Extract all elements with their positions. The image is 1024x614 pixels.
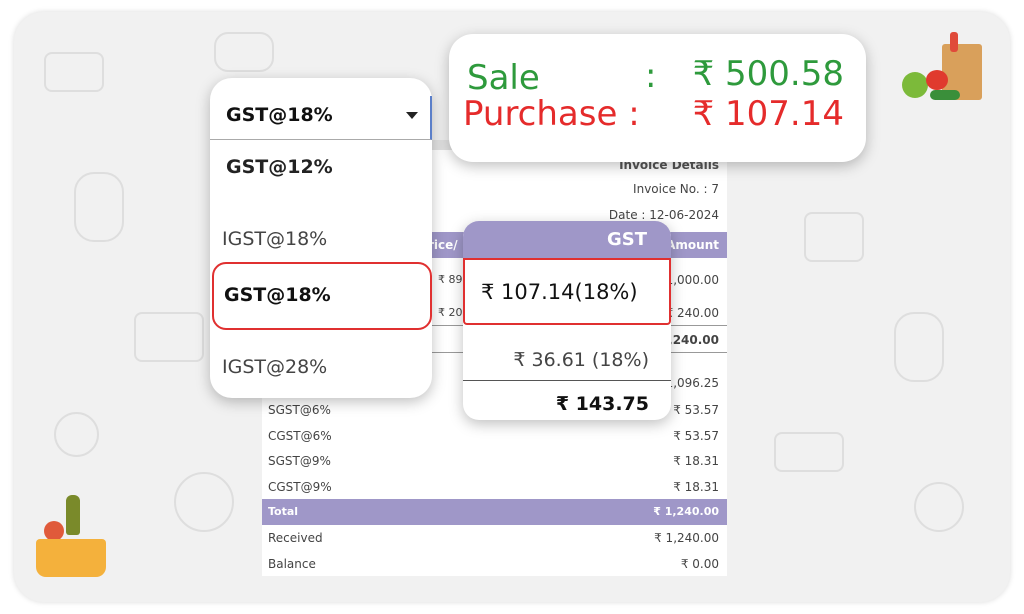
gst-total: ₹ 143.75 (555, 393, 649, 415)
option-label: GST@18% (224, 284, 331, 306)
received-label: Received (268, 531, 323, 545)
sale-value: ₹ 500.58 (692, 54, 844, 94)
option-igst-28[interactable]: IGST@28% (222, 356, 327, 378)
balance-label: Balance (268, 557, 316, 571)
doodle-decoration (774, 432, 844, 472)
doodle-decoration (914, 482, 964, 532)
item-amount: 1,000.00 (665, 273, 719, 287)
tax-value: ₹ 18.31 (673, 480, 719, 494)
doodle-decoration (54, 412, 99, 457)
doodle-decoration (894, 312, 944, 382)
invoice-date: Date : 12-06-2024 (608, 208, 719, 222)
sale-purchase-summary: Sale : ₹ 500.58 Purchase : ₹ 107.14 (449, 34, 866, 162)
tax-label: CGST@6% (268, 429, 332, 443)
total-value: ₹ 1,240.00 (653, 505, 719, 518)
tax-label: CGST@9% (268, 480, 332, 494)
total-label: Total (268, 505, 299, 518)
sale-colon: : (645, 56, 657, 96)
gst-header-label: GST (606, 229, 647, 250)
option-igst-18[interactable]: IGST@18% (222, 228, 327, 250)
gst-header: GST (463, 221, 671, 258)
tax-label: SGST@9% (268, 454, 331, 468)
col-price: rice/ (428, 238, 458, 252)
doodle-decoration (134, 312, 204, 362)
caret-down-icon[interactable] (406, 112, 418, 119)
gst-breakdown-popup: GST ₹ 107.14(18%) ₹ 36.61 (18%) ₹ 143.75 (463, 221, 671, 420)
purchase-label: Purchase : (463, 94, 640, 134)
doodle-decoration (44, 52, 104, 92)
doodle-decoration (214, 32, 274, 72)
gst-row-value: ₹ 36.61 (18%) (513, 349, 649, 371)
grocery-bag-icon (902, 30, 992, 105)
gst-row-highlighted: ₹ 107.14(18%) (463, 258, 671, 325)
tax-value: ₹ 53.57 (673, 429, 719, 443)
tax-rate-dropdown[interactable]: GST@18% GST@12% IGST@18% GST@18% IGST@28… (210, 78, 432, 398)
option-gst-18-highlighted[interactable]: GST@18% (212, 262, 432, 330)
sale-label: Sale (467, 58, 540, 98)
divider (463, 380, 671, 381)
doodle-decoration (174, 472, 234, 532)
purchase-value: ₹ 107.14 (692, 94, 844, 134)
received-value: ₹ 1,240.00 (654, 531, 719, 545)
doodle-decoration (804, 212, 864, 262)
selected-value: GST@18% (226, 104, 333, 126)
item-price: ₹ 20 (438, 306, 463, 319)
grocery-basket-icon (30, 495, 110, 585)
tax-value: ₹ 18.31 (673, 454, 719, 468)
doodle-decoration (74, 172, 124, 242)
tax-value: ₹ 53.57 (673, 403, 719, 417)
invoice-number: Invoice No. : 7 (633, 182, 719, 196)
balance-value: ₹ 0.00 (680, 557, 719, 571)
option-gst-12[interactable]: GST@12% (226, 156, 333, 178)
tax-label: SGST@6% (268, 403, 331, 417)
subtotal: 1,096.25 (665, 376, 719, 390)
gst-row-value: ₹ 107.14(18%) (481, 280, 638, 304)
item-price: ₹ 89 (438, 273, 463, 286)
total-row: Total ₹ 1,240.00 (262, 499, 727, 525)
tax-rate-select[interactable]: GST@18% (210, 96, 432, 140)
col-amount: Amount (666, 238, 719, 252)
item-amount: ₹ 240.00 (665, 306, 719, 320)
